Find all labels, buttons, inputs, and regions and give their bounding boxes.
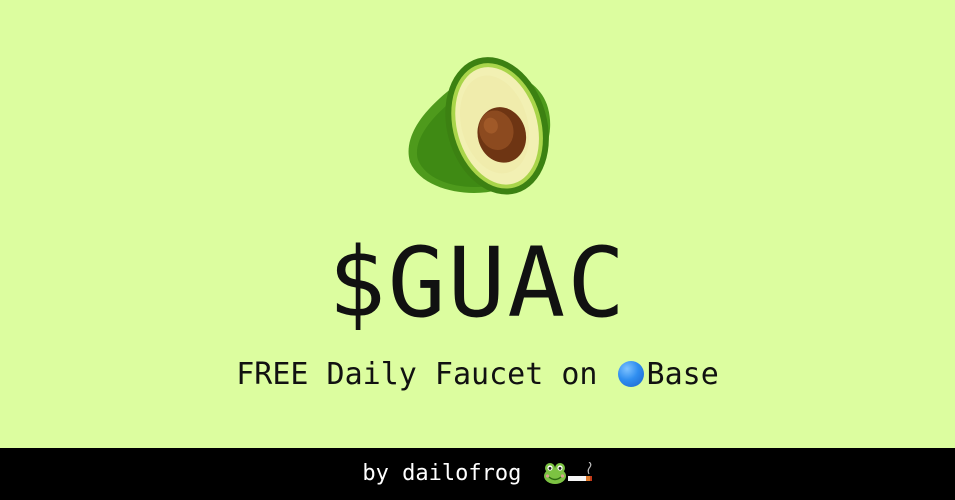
blue-circle-icon [617,361,644,387]
page-title: $GUAC [328,227,627,339]
network-name: Base [646,357,719,392]
subtitle: FREE Daily Faucet on Base [0,356,955,394]
footer-credit: by dailofrog [362,461,522,486]
avocado-icon [408,57,551,195]
frog-face-icon [543,463,566,484]
page: $GUAC FREE Daily Faucet on Base by dailo… [0,0,955,500]
footer-bar: by dailofrog [0,448,955,500]
cigarette-icon [567,462,592,481]
subtitle-text: FREE Daily Faucet on [236,357,616,392]
